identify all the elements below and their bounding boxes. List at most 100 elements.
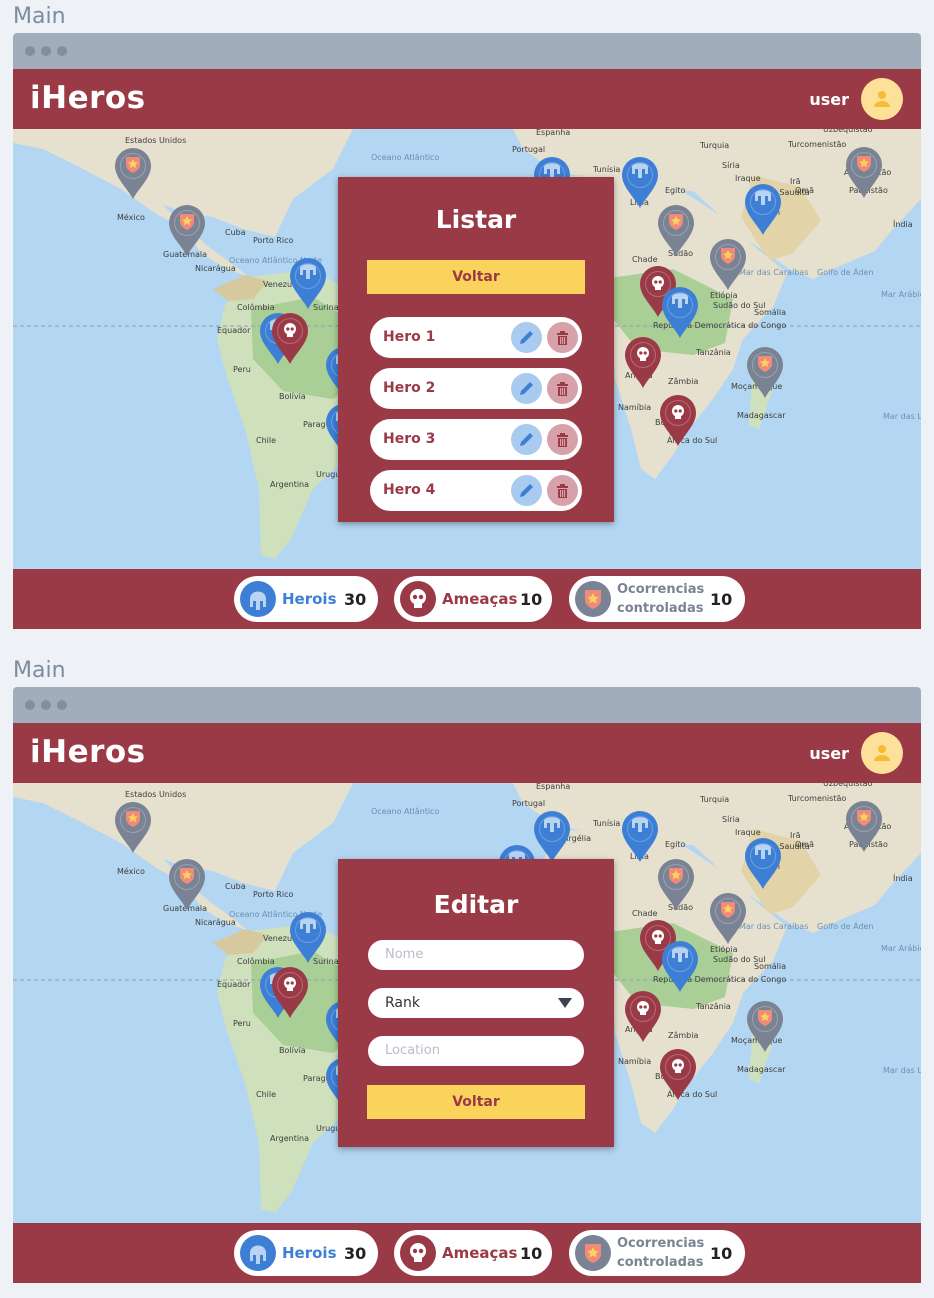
location-input[interactable]: Location [368,1036,584,1066]
map-country-label: Argentina [270,480,310,489]
hero-map-pin[interactable] [744,184,782,236]
controlled-stat[interactable]: Ocorrencias controladas 10 [569,1230,745,1276]
threat-map-pin[interactable] [271,967,309,1019]
threats-stat[interactable]: Ameaças 10 [394,1230,552,1276]
heroes-stat[interactable]: Herois 30 [234,576,378,622]
shield-icon [575,581,611,617]
stat-label-line: controladas [617,601,704,616]
edit-button[interactable] [511,373,542,404]
map-country-label: Omã [795,186,814,195]
threat-map-pin[interactable] [271,313,309,365]
hero-list-item[interactable]: Hero 4 [370,470,582,511]
shield-icon [575,1235,611,1271]
back-button[interactable]: Voltar [367,260,585,294]
window-dot[interactable] [25,46,35,56]
edit-button[interactable] [511,475,542,506]
avatar[interactable] [861,78,903,120]
pencil-icon [520,433,533,446]
frame-label: Main [13,658,66,683]
stat-label: Herois [282,1244,337,1262]
map-country-label: Nicarágua [195,918,236,927]
window-dot[interactable] [57,46,67,56]
threat-map-pin[interactable] [659,395,697,447]
delete-button[interactable] [547,322,578,353]
controlled-map-pin[interactable] [657,205,695,257]
controlled-map-pin[interactable] [114,802,152,854]
hero-map-pin[interactable] [621,811,659,863]
controlled-map-pin[interactable] [709,893,747,945]
user-name[interactable]: user [809,90,849,109]
rank-select[interactable]: Rank [368,988,584,1018]
controlled-map-pin[interactable] [168,205,206,257]
app-logo[interactable]: iHeros [30,734,146,770]
map-country-label: Peru [233,365,251,374]
hero-list-item[interactable]: Hero 1 [370,317,582,358]
hero-map-pin[interactable] [621,157,659,209]
map-country-label: Chade [632,255,658,264]
map-country-label: Iraque [735,174,761,183]
map-sea-label: Mar das Laquedivas [883,412,921,421]
user-name[interactable]: user [809,744,849,763]
name-input[interactable]: Nome [368,940,584,970]
map-country-label: Namíbia [618,403,652,412]
map-country-label: Cuba [225,882,246,891]
hero-map-pin[interactable] [661,287,699,339]
map-country-label: Bolívia [279,1046,306,1055]
delete-button[interactable] [547,424,578,455]
threat-map-pin[interactable] [659,1049,697,1101]
hero-list-item[interactable]: Hero 2 [370,368,582,409]
edit-button[interactable] [511,322,542,353]
map-country-label: Omã [795,840,814,849]
delete-button[interactable] [547,475,578,506]
map-country-label: Síria [722,161,740,170]
map-country-label: Etiópia [710,945,738,954]
hero-map-pin[interactable] [533,811,571,863]
hero-map-pin[interactable] [289,258,327,310]
hero-map-pin[interactable] [289,912,327,964]
stat-label: Herois [282,590,337,608]
window-dot[interactable] [57,700,67,710]
window-dot[interactable] [25,700,35,710]
window-dot[interactable] [41,46,51,56]
hero-list-item[interactable]: Hero 3 [370,419,582,460]
hero-map-pin[interactable] [661,941,699,993]
controlled-map-pin[interactable] [657,859,695,911]
app-header: iHeros user [13,723,921,783]
skull-icon [400,581,436,617]
threat-map-pin[interactable] [624,991,662,1043]
pencil-icon [520,484,533,497]
trash-icon [557,331,568,345]
edit-button[interactable] [511,424,542,455]
controlled-map-pin[interactable] [845,801,883,853]
map-country-label: Equador [217,980,251,989]
map-country-label: México [117,213,145,222]
stat-value: 10 [710,590,733,609]
map-country-label: Tunísia [593,165,621,174]
controlled-map-pin[interactable] [746,1001,784,1053]
controlled-map-pin[interactable] [709,239,747,291]
hero-map-pin[interactable] [744,838,782,890]
skull-icon [400,1235,436,1271]
window-dot[interactable] [41,700,51,710]
controlled-map-pin[interactable] [845,147,883,199]
avatar[interactable] [861,732,903,774]
threats-stat[interactable]: Ameaças 10 [394,576,552,622]
map-country-label: Equador [217,326,251,335]
trash-icon [557,382,568,396]
controlled-stat[interactable]: Ocorrencias controladas 10 [569,576,745,622]
app-logo[interactable]: iHeros [30,80,146,116]
pencil-icon [520,331,533,344]
map-country-label: Espanha [536,783,571,791]
map-country-label: Chile [256,436,277,445]
trash-icon [557,484,568,498]
heroes-stat[interactable]: Herois 30 [234,1230,378,1276]
map-country-label: Uzbequistão [823,783,873,788]
controlled-map-pin[interactable] [746,347,784,399]
map-country-label: Colômbia [237,303,275,312]
back-button[interactable]: Voltar [367,1085,585,1119]
delete-button[interactable] [547,373,578,404]
controlled-map-pin[interactable] [168,859,206,911]
map-country-label: Porto Rico [253,236,294,245]
controlled-map-pin[interactable] [114,148,152,200]
threat-map-pin[interactable] [624,337,662,389]
